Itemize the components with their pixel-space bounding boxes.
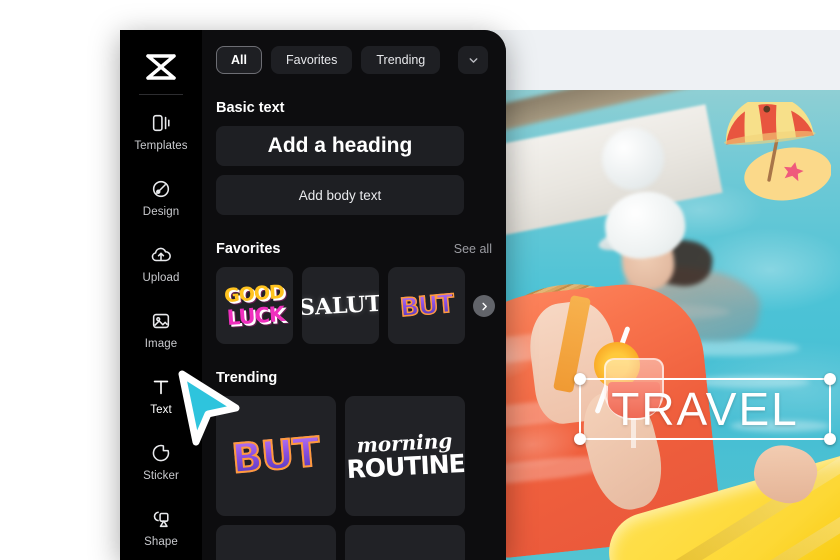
sidebar-label-upload: Upload	[142, 272, 180, 285]
filter-chip-all[interactable]: All	[216, 46, 262, 74]
trending-thumb-partial-2[interactable]	[345, 525, 465, 560]
canvas-text-travel[interactable]: TRAVEL	[581, 380, 829, 438]
section-title-basic-text: Basic text	[216, 100, 285, 116]
section-header-trending: Trending	[216, 370, 492, 386]
editor-canvas[interactable]: TRAVEL	[470, 30, 840, 560]
filter-chip-trending[interactable]: Trending	[361, 46, 441, 74]
canvas-photo[interactable]: TRAVEL	[470, 90, 840, 560]
section-title-trending: Trending	[216, 370, 278, 386]
filter-chip-favorites[interactable]: Favorites	[270, 46, 353, 74]
chevron-down-icon[interactable]	[458, 46, 489, 74]
favorites-thumb-row: GOOD LUCK SALUT BUT	[216, 267, 495, 344]
trending-thumb-but[interactable]: BUT	[216, 396, 336, 516]
image-icon	[149, 309, 173, 333]
sidebar-item-templates[interactable]: Templates	[120, 99, 202, 165]
text-selection-box[interactable]: TRAVEL	[574, 373, 836, 445]
sidebar-item-design[interactable]: Design	[120, 165, 202, 231]
chevron-right-icon[interactable]	[473, 295, 495, 317]
trending-thumb-row: BUT morning ROUTINE	[216, 396, 492, 516]
left-sidebar: Templates Design Upload Image Text Stick…	[120, 30, 202, 560]
capcut-logo-icon[interactable]	[140, 50, 182, 84]
sidebar-label-design: Design	[142, 206, 180, 219]
sticker-icon	[149, 441, 173, 465]
resize-handle-bottom-left[interactable]	[574, 433, 586, 445]
text-panel-content: All Favorites Trending Basic text Add a …	[202, 30, 506, 560]
screenshot-root: TRAVEL Templates Design Upload Image Tex…	[0, 0, 840, 560]
favorite-thumb-salut[interactable]: SALUT	[302, 267, 379, 344]
sidebar-item-sticker[interactable]: Sticker	[120, 428, 202, 494]
thumb-text-salut: SALUT	[302, 290, 379, 321]
trending-thumb-partial-1[interactable]	[216, 525, 336, 560]
blurred-ball	[602, 128, 664, 190]
trending-thumb-morning-routine[interactable]: morning ROUTINE	[345, 396, 465, 516]
templates-icon	[149, 111, 173, 135]
add-body-text-button[interactable]: Add body text	[216, 175, 464, 215]
resize-handle-top-right[interactable]	[824, 373, 836, 385]
shape-icon	[149, 507, 173, 531]
sidebar-label-shape: Shape	[144, 535, 178, 548]
trending-thumb-row-partial	[216, 525, 492, 560]
filter-chip-row: All Favorites Trending	[216, 46, 492, 74]
add-heading-label: Add a heading	[267, 134, 413, 157]
add-heading-button[interactable]: Add a heading	[216, 126, 464, 166]
favorites-see-all-link[interactable]: See all	[454, 242, 492, 256]
resize-handle-top-left[interactable]	[574, 373, 586, 385]
sidebar-label-text: Text	[150, 403, 172, 416]
favorite-thumb-but[interactable]: BUT	[388, 267, 465, 344]
text-icon	[149, 375, 173, 399]
upload-icon	[149, 243, 173, 267]
favorite-thumb-good-luck[interactable]: GOOD LUCK	[216, 267, 293, 344]
sidebar-label-sticker: Sticker	[143, 469, 179, 482]
resize-handle-bottom-right[interactable]	[824, 433, 836, 445]
sidebar-item-shape[interactable]: Shape	[120, 494, 202, 560]
section-header-favorites: Favorites See all	[216, 241, 492, 257]
beach-umbrella-sticker[interactable]	[711, 95, 832, 212]
thumb-text-routine: ROUTINE	[345, 448, 465, 485]
app-panel: Templates Design Upload Image Text Stick…	[120, 30, 506, 560]
thumb-text-but: BUT	[398, 288, 455, 323]
sidebar-label-image: Image	[144, 338, 178, 350]
sidebar-item-image[interactable]: Image	[120, 297, 202, 363]
thumb-text-but-large: BUT	[230, 428, 323, 483]
sidebar-divider	[139, 93, 183, 95]
add-body-text-label: Add body text	[298, 187, 382, 203]
sidebar-label-templates: Templates	[134, 140, 188, 153]
section-title-favorites: Favorites	[216, 241, 281, 257]
sidebar-item-upload[interactable]: Upload	[120, 231, 202, 297]
design-icon	[149, 177, 173, 201]
thumb-text-luck: LUCK	[225, 301, 285, 330]
sidebar-item-text[interactable]: Text	[120, 362, 202, 428]
